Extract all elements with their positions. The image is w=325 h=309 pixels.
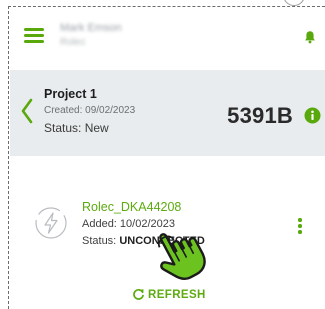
tap-hand-icon: [157, 233, 206, 281]
project-summary-panel: Project 1 Created: 09/02/2023 Status: Ne…: [10, 70, 325, 156]
user-name: Mark Emson: [60, 22, 122, 34]
bell-icon[interactable]: [303, 30, 317, 44]
charger-bolt-icon: [35, 207, 67, 239]
frame-border-top: [8, 6, 325, 7]
device-name-link[interactable]: Rolec_DKA44208: [82, 200, 205, 214]
refresh-button[interactable]: REFRESH: [132, 288, 206, 301]
refresh-label: REFRESH: [148, 288, 206, 301]
info-icon[interactable]: [304, 107, 321, 124]
user-info: Mark Emson Rolec: [60, 22, 122, 48]
project-balance: 5391B: [227, 103, 293, 128]
project-title: Project 1: [44, 87, 97, 101]
project-status-label: Status:: [44, 121, 82, 135]
user-company: Rolec: [60, 37, 86, 48]
refresh-icon: [133, 288, 144, 300]
project-status: Status: New: [44, 121, 135, 135]
project-created-date: Created: 09/02/2023: [44, 105, 136, 116]
project-status-value: New: [84, 121, 109, 135]
device-status-label: Status:: [82, 235, 117, 247]
app-header: Mark Emson Rolec: [10, 8, 325, 68]
project-info: Project 1 Created: 09/02/2023 Status: Ne…: [44, 87, 135, 135]
screen-frame: Mark Emson Rolec Project 1 Created: 09/0…: [0, 0, 325, 309]
chevron-left-icon[interactable]: [20, 98, 34, 124]
frame-border-left: [8, 6, 9, 309]
hamburger-icon[interactable]: [24, 28, 44, 43]
kebab-icon[interactable]: [297, 218, 303, 234]
